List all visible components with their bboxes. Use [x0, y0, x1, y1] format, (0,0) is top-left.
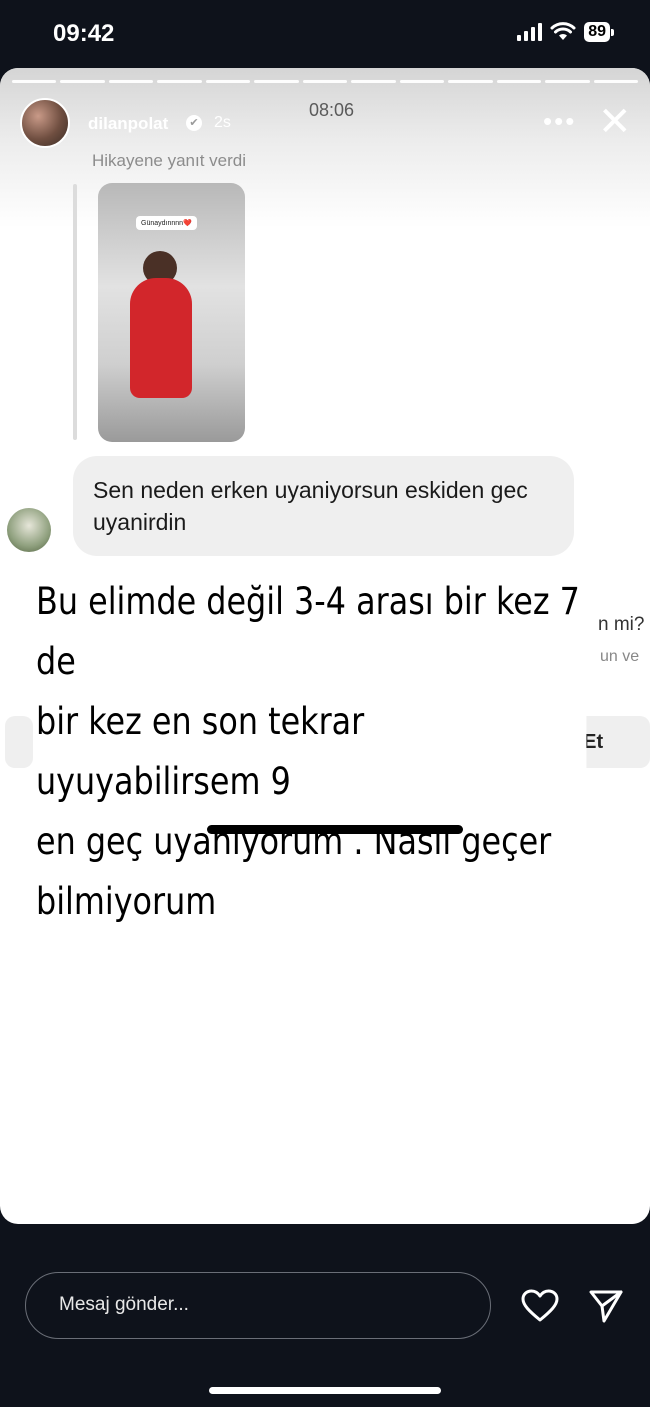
progress-segment [399, 80, 445, 83]
overlay-line: en geç uyanıyorum . Nasıl geçer [36, 820, 552, 863]
story-card[interactable]: dilanpolat ✔ 2s 08:06 ••• ✕ Hikayene yan… [0, 68, 650, 1224]
more-icon[interactable]: ••• [543, 106, 576, 137]
message-input[interactable]: Mesaj gönder... [25, 1272, 491, 1339]
progress-segment [12, 80, 57, 83]
fragment-text: n mi? [598, 614, 645, 635]
sender-avatar[interactable] [7, 508, 51, 552]
replied-label: Hikayene yanıt verdi [92, 151, 247, 170]
fragment-subtext: un ve [600, 648, 640, 665]
overlay-text: Bu elimde değil 3-4 arası bir kez 7 de b… [36, 572, 587, 932]
status-time: 09:42 [53, 20, 115, 47]
progress-segment [496, 80, 542, 83]
send-icon[interactable] [588, 1288, 624, 1324]
fragment-button-left [5, 716, 33, 768]
time-ago: 2s [214, 114, 231, 131]
close-icon[interactable]: ✕ [598, 102, 632, 142]
progress-segment [545, 80, 590, 83]
status-indicators: 89 [517, 22, 614, 42]
progress-segment [205, 80, 251, 83]
overlay-underline [207, 825, 463, 834]
progress-segment [60, 80, 105, 83]
battery-icon: 89 [584, 22, 614, 42]
progress-segment [108, 80, 154, 83]
signal-icon [517, 23, 543, 41]
overlay-line: Bu elimde değil 3-4 arası bir kez 7 de [36, 580, 580, 683]
overlay-line: bilmiyorum [36, 880, 217, 923]
story-sticker: Günaydınnnn❤️ [136, 216, 197, 230]
wifi-icon [550, 22, 576, 40]
battery-level: 89 [584, 22, 610, 42]
story-thumbnail[interactable]: Günaydınnnn❤️ [98, 183, 245, 442]
progress-segment [593, 80, 639, 83]
user-avatar[interactable] [20, 98, 70, 148]
story-progress [12, 80, 639, 83]
overlay-line: bir kez en son tekrar uyuyabilirsem 9 [36, 700, 365, 803]
heart-icon[interactable] [521, 1289, 559, 1323]
progress-segment [302, 80, 348, 83]
username[interactable]: dilanpolat [88, 114, 168, 134]
message-bubble: Sen neden erken uyaniyorsun eskiden gec … [73, 456, 574, 556]
progress-segment [157, 80, 202, 83]
reply-divider [73, 184, 77, 440]
progress-segment [254, 80, 299, 83]
screenshot-clock: 08:06 [309, 100, 355, 120]
home-indicator [209, 1387, 441, 1394]
verified-icon: ✔ [186, 115, 202, 131]
progress-segment [448, 80, 493, 83]
progress-segment [351, 80, 396, 83]
